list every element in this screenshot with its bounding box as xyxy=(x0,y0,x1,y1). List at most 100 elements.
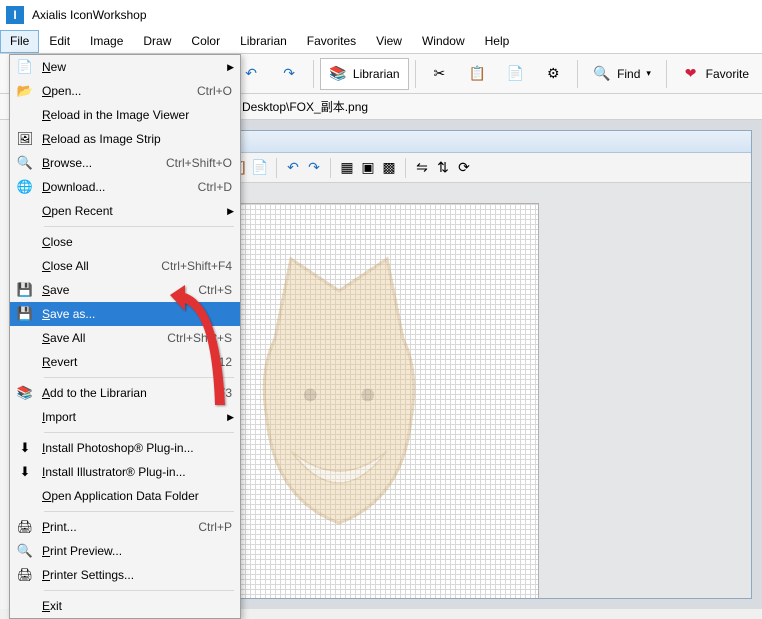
menu-item-shortcut: F12 xyxy=(211,355,232,369)
checker-icon[interactable]: ▩ xyxy=(380,159,398,177)
menu-item-icon: 🖼 xyxy=(14,131,36,147)
submenu-arrow-icon: ▶ xyxy=(227,412,234,423)
paste-button[interactable]: 📄 xyxy=(497,58,533,90)
menu-item-install-illustrator-plug-in[interactable]: ⬇Install Illustrator® Plug-in... xyxy=(10,460,240,484)
find-button[interactable]: 🔍 Find ▾ xyxy=(584,58,660,90)
menu-item-open-application-data-folder[interactable]: Open Application Data Folder xyxy=(10,484,240,508)
submenu-arrow-icon: ▶ xyxy=(227,62,234,73)
menu-item-label: Close xyxy=(36,235,232,249)
app-icon: I xyxy=(6,6,24,24)
menu-item-shortcut: Ctrl+P xyxy=(198,520,232,534)
menu-item-shortcut: Ctrl+Shift+O xyxy=(166,156,232,170)
librarian-button[interactable]: 📚 Librarian xyxy=(320,58,409,90)
menu-item-save-as[interactable]: 💾Save as... xyxy=(10,302,240,326)
menu-item-install-photoshop-plug-in[interactable]: ⬇Install Photoshop® Plug-in... xyxy=(10,436,240,460)
doc-undo-icon[interactable]: ↶ xyxy=(284,159,302,177)
menu-item-label: Install Photoshop® Plug-in... xyxy=(36,441,232,455)
menu-image[interactable]: Image xyxy=(80,30,133,53)
menu-item-new[interactable]: 📄New▶ xyxy=(10,55,240,79)
menu-item-download[interactable]: 🌐Download...Ctrl+D xyxy=(10,175,240,199)
menu-item-revert[interactable]: RevertF12 xyxy=(10,350,240,374)
menu-item-icon: 🔍 xyxy=(14,155,36,171)
menu-item-label: Import xyxy=(36,410,232,424)
menu-item-printer-settings[interactable]: 🖨Printer Settings... xyxy=(10,563,240,587)
menu-librarian[interactable]: Librarian xyxy=(230,30,297,53)
heart-icon: ❤ xyxy=(682,65,700,83)
menu-item-add-to-the-librarian[interactable]: 📚Add to the LibrarianF3 xyxy=(10,381,240,405)
file-menu-dropdown: 📄New▶📂Open...Ctrl+OReload in the Image V… xyxy=(9,54,241,619)
menu-view[interactable]: View xyxy=(366,30,412,53)
layers-icon[interactable]: ▣ xyxy=(359,159,377,177)
menu-item-label: Revert xyxy=(36,355,211,369)
menu-item-label: Install Illustrator® Plug-in... xyxy=(36,465,232,479)
menu-item-label: Browse... xyxy=(36,156,166,170)
menu-item-icon: ⬇ xyxy=(14,440,36,456)
menu-item-open-recent[interactable]: Open Recent▶ xyxy=(10,199,240,223)
menu-item-reload-in-the-image-viewer[interactable]: Reload in the Image Viewer xyxy=(10,103,240,127)
menu-item-shortcut: Ctrl+Shift+F4 xyxy=(161,259,232,273)
librarian-icon: 📚 xyxy=(329,65,347,83)
menu-item-save-all[interactable]: Save AllCtrl+Shift+S xyxy=(10,326,240,350)
menu-item-shortcut: Ctrl+D xyxy=(198,180,232,194)
menu-item-icon: 🌐 xyxy=(14,179,36,195)
redo-button[interactable]: ↷ xyxy=(271,58,307,90)
menu-item-icon: ⬇ xyxy=(14,464,36,480)
menu-item-icon: 🔍 xyxy=(14,543,36,559)
menu-item-label: Download... xyxy=(36,180,198,194)
menu-item-close-all[interactable]: Close AllCtrl+Shift+F4 xyxy=(10,254,240,278)
menu-item-icon: 💾 xyxy=(14,282,36,298)
menu-item-exit[interactable]: Exit xyxy=(10,594,240,618)
settings-button[interactable]: ⚙ xyxy=(535,58,571,90)
menu-item-shortcut: Ctrl+S xyxy=(198,283,232,297)
menu-item-icon: 📄 xyxy=(14,59,36,75)
copy-icon: 📋 xyxy=(468,65,486,83)
paste-icon: 📄 xyxy=(506,65,524,83)
menu-item-save[interactable]: 💾SaveCtrl+S xyxy=(10,278,240,302)
menu-window[interactable]: Window xyxy=(412,30,475,53)
menu-item-shortcut: Ctrl+O xyxy=(197,84,232,98)
menu-item-print[interactable]: 🖨Print...Ctrl+P xyxy=(10,515,240,539)
submenu-arrow-icon: ▶ xyxy=(227,206,234,217)
menu-item-reload-as-image-strip[interactable]: 🖼Reload as Image Strip xyxy=(10,127,240,151)
flip-h-icon[interactable]: ⇋ xyxy=(413,159,431,177)
menu-draw[interactable]: Draw xyxy=(133,30,181,53)
menu-item-label: Printer Settings... xyxy=(36,568,232,582)
doc-paste-icon[interactable]: 📄 xyxy=(251,159,269,177)
cut-icon: ✂ xyxy=(430,65,448,83)
cut-button[interactable]: ✂ xyxy=(421,58,457,90)
menu-item-icon: 🖨 xyxy=(14,567,36,583)
menu-item-label: Save as... xyxy=(36,307,232,321)
menu-item-label: Exit xyxy=(36,599,232,613)
search-icon: 🔍 xyxy=(593,65,611,83)
menu-item-label: Add to the Librarian xyxy=(36,386,218,400)
menu-item-label: Print... xyxy=(36,520,198,534)
menu-item-open[interactable]: 📂Open...Ctrl+O xyxy=(10,79,240,103)
menu-item-icon: 💾 xyxy=(14,306,36,322)
flip-v-icon[interactable]: ⇅ xyxy=(434,159,452,177)
menu-item-label: Print Preview... xyxy=(36,544,232,558)
menu-color[interactable]: Color xyxy=(181,30,230,53)
menu-item-label: Save All xyxy=(36,331,167,345)
menu-edit[interactable]: Edit xyxy=(39,30,80,53)
copy-button[interactable]: 📋 xyxy=(459,58,495,90)
undo-icon: ↶ xyxy=(242,65,260,83)
favorite-button[interactable]: ❤ Favorite xyxy=(673,58,758,90)
menu-item-label: Close All xyxy=(36,259,161,273)
doc-redo-icon[interactable]: ↷ xyxy=(305,159,323,177)
menu-item-shortcut: Ctrl+Shift+S xyxy=(167,331,232,345)
path-text: Desktop\FOX_副本.png xyxy=(242,98,368,115)
menu-favorites[interactable]: Favorites xyxy=(297,30,366,53)
menu-item-close[interactable]: Close xyxy=(10,230,240,254)
app-title: Axialis IconWorkshop xyxy=(32,8,147,22)
menu-help[interactable]: Help xyxy=(475,30,520,53)
menu-item-print-preview[interactable]: 🔍Print Preview... xyxy=(10,539,240,563)
menu-item-browse[interactable]: 🔍Browse...Ctrl+Shift+O xyxy=(10,151,240,175)
gear-icon: ⚙ xyxy=(544,65,562,83)
menu-item-label: Reload as Image Strip xyxy=(36,132,232,146)
menu-file[interactable]: File xyxy=(0,30,39,53)
rotate-icon[interactable]: ⟳ xyxy=(455,159,473,177)
menu-item-icon: 📂 xyxy=(14,83,36,99)
menu-item-import[interactable]: Import▶ xyxy=(10,405,240,429)
titlebar: I Axialis IconWorkshop xyxy=(0,0,762,30)
grid-icon[interactable]: ▦ xyxy=(338,159,356,177)
